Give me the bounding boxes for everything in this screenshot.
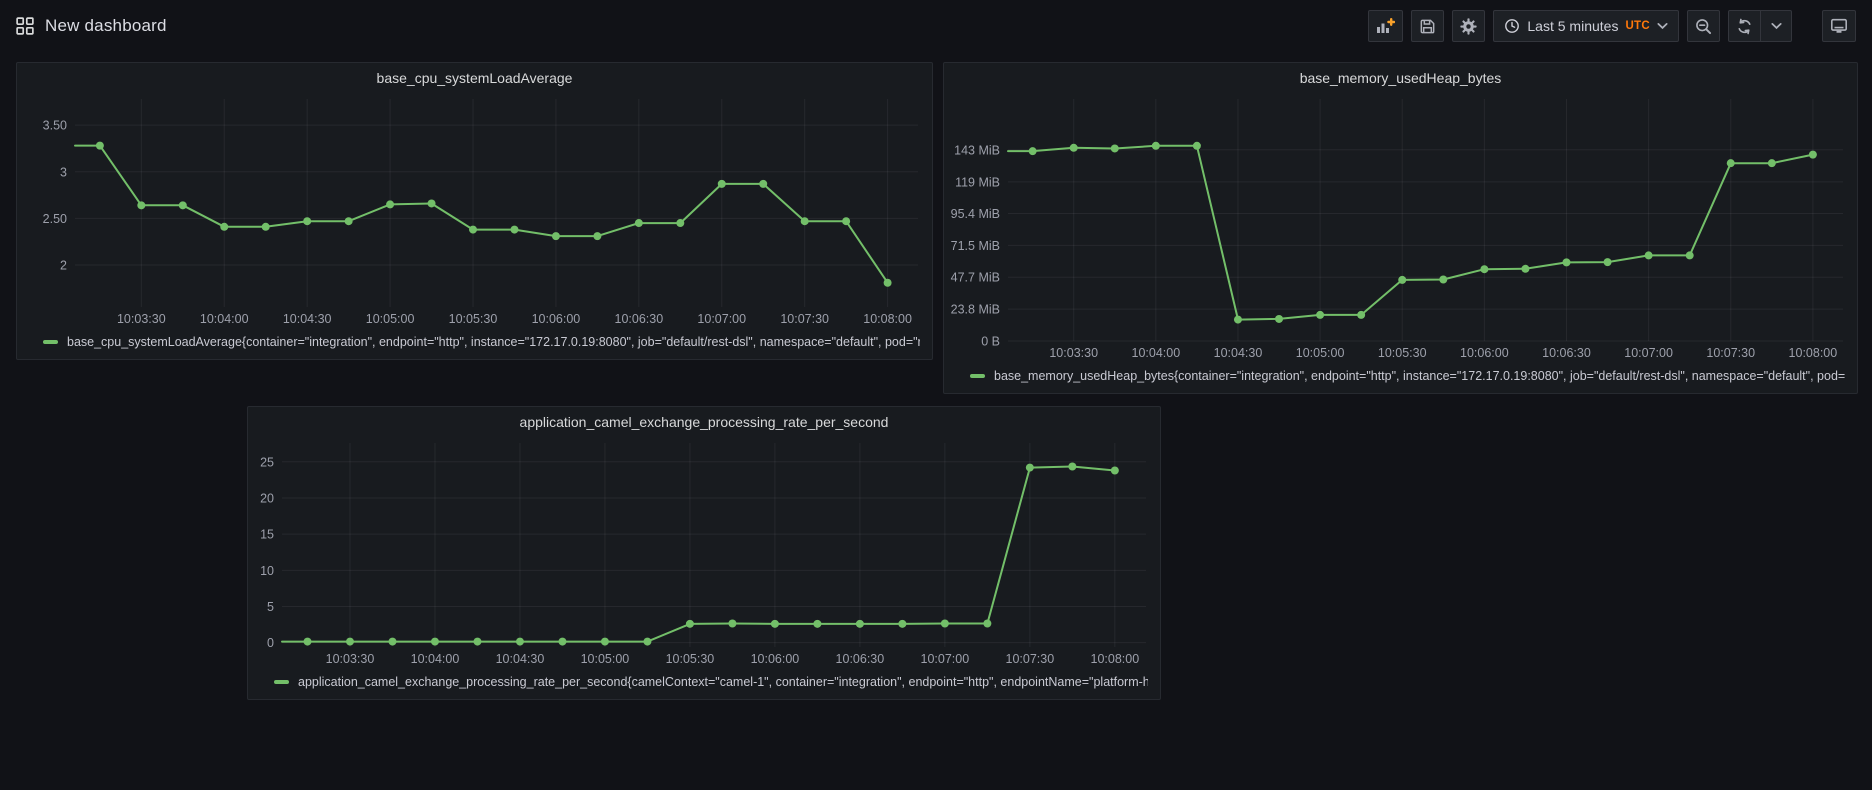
time-range-label: Last 5 minutes [1527, 18, 1618, 34]
series-color-swatch [970, 374, 985, 378]
svg-text:10:06:30: 10:06:30 [1542, 346, 1591, 360]
chevron-down-icon [1771, 22, 1782, 30]
panel-title[interactable]: application_camel_exchange_processing_ra… [248, 407, 1160, 435]
panel-camel-exchange-processing-rate: application_camel_exchange_processing_ra… [247, 406, 1161, 700]
timezone-badge: UTC [1625, 20, 1650, 32]
legend-item[interactable]: base_memory_usedHeap_bytes{container="in… [944, 363, 1857, 393]
svg-text:10:07:30: 10:07:30 [1006, 652, 1055, 666]
svg-text:10:07:30: 10:07:30 [780, 312, 829, 326]
refresh-button[interactable] [1728, 10, 1760, 42]
apps-grid-icon[interactable] [16, 17, 34, 35]
chart-canvas[interactable]: 10:03:30 10:04:00 10:04:30 10:05:00 10:05:30… [248, 435, 1160, 669]
zoom-out-icon [1695, 18, 1712, 35]
svg-text:23.8 MiB: 23.8 MiB [951, 303, 1000, 317]
svg-text:10:08:00: 10:08:00 [1091, 652, 1140, 666]
svg-text:10:05:00: 10:05:00 [581, 652, 630, 666]
svg-text:10:08:00: 10:08:00 [863, 312, 912, 326]
svg-text:10:07:00: 10:07:00 [697, 312, 746, 326]
svg-text:2: 2 [60, 259, 67, 273]
svg-text:10:05:30: 10:05:30 [666, 652, 715, 666]
svg-text:0 B: 0 B [981, 335, 1000, 349]
svg-text:10:04:00: 10:04:00 [1132, 346, 1181, 360]
svg-text:10:04:00: 10:04:00 [411, 652, 460, 666]
kiosk-mode-button[interactable] [1822, 10, 1856, 42]
panel-memory-used-heap-bytes: base_memory_usedHeap_bytes 10:03:30 10:04… [943, 62, 1858, 394]
save-icon [1419, 18, 1436, 35]
svg-text:0: 0 [267, 636, 274, 650]
gear-icon [1460, 18, 1477, 35]
time-range-picker[interactable]: Last 5 minutes UTC [1493, 10, 1679, 42]
dashboard-settings-button[interactable] [1452, 10, 1485, 42]
monitor-icon [1830, 17, 1848, 35]
svg-text:95.4 MiB: 95.4 MiB [951, 207, 1000, 221]
svg-text:71.5 MiB: 71.5 MiB [951, 239, 1000, 253]
svg-text:10:04:00: 10:04:00 [200, 312, 249, 326]
series-color-swatch [43, 340, 58, 344]
svg-text:10:07:30: 10:07:30 [1706, 346, 1755, 360]
svg-text:47.7 MiB: 47.7 MiB [951, 271, 1000, 285]
svg-text:10:04:30: 10:04:30 [283, 312, 332, 326]
svg-text:10:06:00: 10:06:00 [1460, 346, 1509, 360]
series-label: application_camel_exchange_processing_ra… [298, 675, 1148, 689]
svg-text:3.50: 3.50 [43, 119, 67, 133]
add-panel-button[interactable] [1368, 10, 1403, 42]
panel-cpu-system-load-average: base_cpu_systemLoadAverage 10:03:30 10:04… [16, 62, 933, 360]
refresh-interval-dropdown[interactable] [1760, 10, 1792, 42]
panel-title[interactable]: base_cpu_systemLoadAverage [17, 63, 932, 91]
svg-text:25: 25 [260, 455, 274, 469]
svg-text:5: 5 [267, 600, 274, 614]
svg-text:15: 15 [260, 528, 274, 542]
chevron-down-icon [1657, 22, 1668, 30]
clock-icon [1504, 18, 1520, 34]
add-panel-icon [1376, 18, 1395, 35]
svg-text:10:05:30: 10:05:30 [449, 312, 498, 326]
svg-text:10:07:00: 10:07:00 [921, 652, 970, 666]
save-dashboard-button[interactable] [1411, 10, 1444, 42]
svg-text:10:05:00: 10:05:00 [1296, 346, 1345, 360]
svg-text:10:03:30: 10:03:30 [117, 312, 166, 326]
svg-text:10:05:30: 10:05:30 [1378, 346, 1427, 360]
svg-text:3: 3 [60, 165, 67, 179]
svg-text:10:08:00: 10:08:00 [1789, 346, 1838, 360]
svg-text:10:05:00: 10:05:00 [366, 312, 415, 326]
svg-text:119 MiB: 119 MiB [955, 175, 1000, 189]
refresh-icon [1736, 18, 1753, 35]
svg-text:10:07:00: 10:07:00 [1624, 346, 1673, 360]
panel-title[interactable]: base_memory_usedHeap_bytes [944, 63, 1857, 91]
svg-text:10: 10 [260, 564, 274, 578]
dashboard-header: New dashboard [0, 0, 1872, 52]
svg-text:10:04:30: 10:04:30 [1214, 346, 1263, 360]
svg-text:10:06:30: 10:06:30 [836, 652, 885, 666]
svg-text:10:06:00: 10:06:00 [751, 652, 800, 666]
svg-text:20: 20 [260, 491, 274, 505]
svg-text:10:06:30: 10:06:30 [615, 312, 664, 326]
series-label: base_cpu_systemLoadAverage{container="in… [67, 335, 920, 349]
series-label: base_memory_usedHeap_bytes{container="in… [994, 369, 1845, 383]
legend-item[interactable]: base_cpu_systemLoadAverage{container="in… [17, 329, 932, 359]
dashboard-title: New dashboard [45, 16, 167, 36]
svg-text:10:03:30: 10:03:30 [326, 652, 375, 666]
svg-text:10:04:30: 10:04:30 [496, 652, 545, 666]
chart-canvas[interactable]: 10:03:30 10:04:00 10:04:30 10:05:00 10:05:30… [944, 91, 1857, 363]
chart-canvas[interactable]: 10:03:30 10:04:00 10:04:30 10:05:00 10:05:30… [17, 91, 932, 329]
svg-text:143 MiB: 143 MiB [954, 143, 1000, 157]
zoom-out-time-button[interactable] [1687, 10, 1720, 42]
svg-text:2.50: 2.50 [43, 212, 67, 226]
svg-text:10:03:30: 10:03:30 [1049, 346, 1098, 360]
legend-item[interactable]: application_camel_exchange_processing_ra… [248, 669, 1160, 699]
series-color-swatch [274, 680, 289, 684]
svg-text:10:06:00: 10:06:00 [532, 312, 581, 326]
